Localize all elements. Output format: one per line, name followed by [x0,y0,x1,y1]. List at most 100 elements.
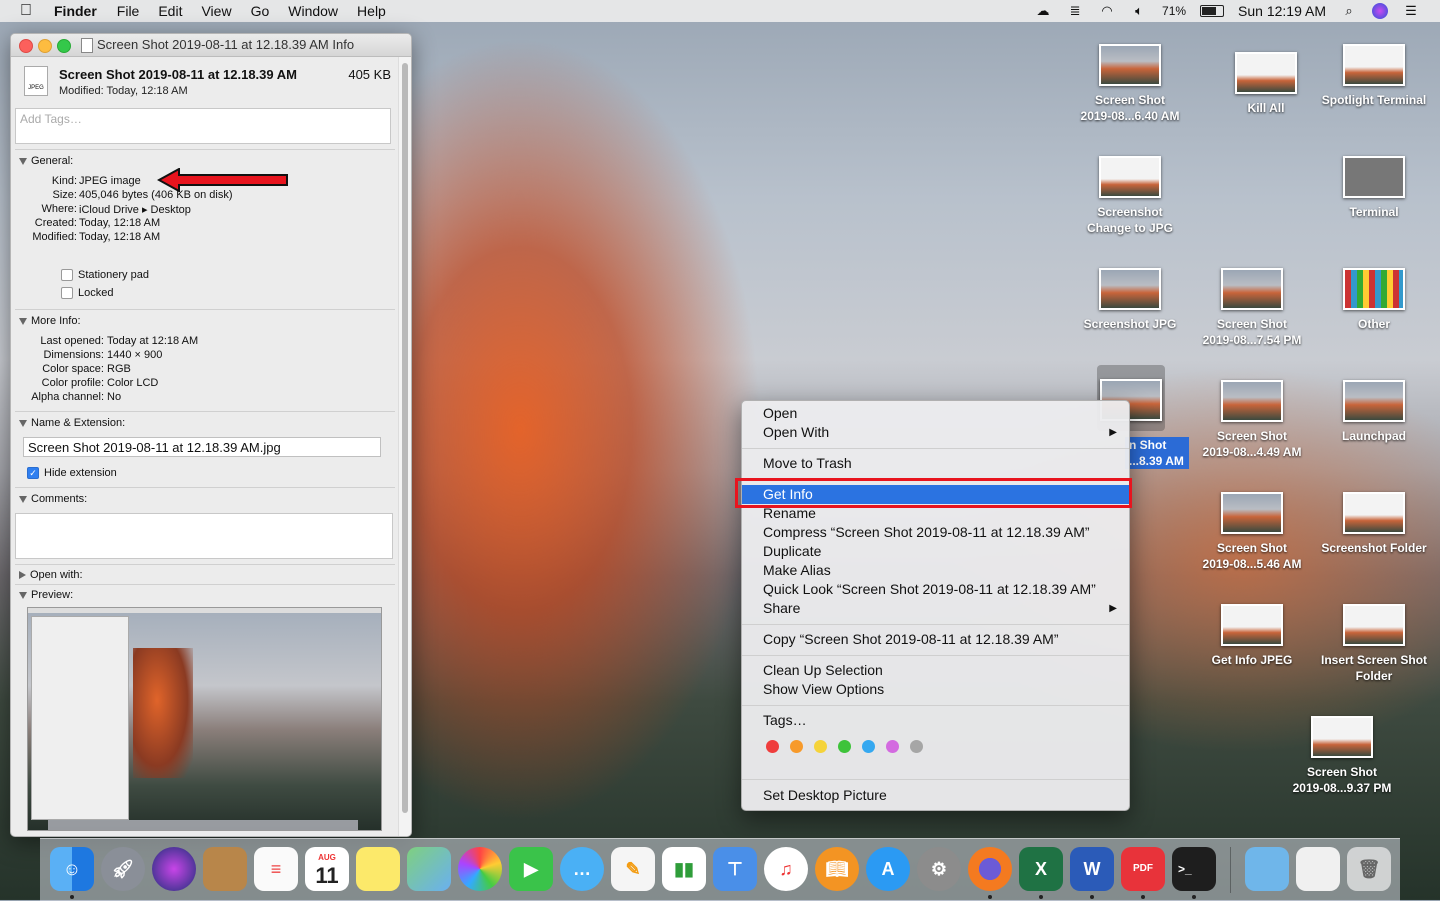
checkbox-checked[interactable]: ✓ [27,467,39,479]
menu-file[interactable]: File [117,3,140,19]
downloads-stack-dock-icon[interactable] [1296,847,1340,891]
disclosure-triangle-icon[interactable] [19,419,27,427]
itunes-dock-icon[interactable]: ♫ [764,847,808,891]
disclosure-triangle-icon[interactable] [19,157,27,165]
desktop-icon[interactable]: Launchpad [1312,380,1436,444]
numbers-dock-icon[interactable]: ▮▮ [662,847,706,891]
menu-item-clean-up-selection[interactable]: Clean Up Selection [742,661,1129,680]
launchpad-dock-icon[interactable]: 🚀︎ [101,847,145,891]
name-extension-section-header[interactable]: Name & Extension: [19,417,125,429]
disclosure-triangle-icon[interactable] [19,317,27,325]
menu-item-tags[interactable]: Tags… [742,711,1129,730]
desktop-icon[interactable]: Terminal [1312,156,1436,220]
menu-view[interactable]: View [201,3,231,19]
spotlight-search-icon[interactable]: ⌕ [1340,4,1358,18]
minimize-button[interactable] [38,39,52,53]
pdf-app-dock-icon[interactable]: PDF [1121,847,1165,891]
desktop-icon[interactable]: Screen Shot 2019-08...5.46 AM [1190,492,1314,572]
server-icon[interactable]: ≣ [1066,4,1084,18]
desktop-icon[interactable]: Other [1312,268,1436,332]
battery-percent[interactable]: 71% [1162,4,1186,18]
siri-icon[interactable] [1372,3,1388,19]
desktop-icon[interactable]: Screenshot Change to JPG [1068,156,1192,236]
disclosure-triangle-icon[interactable] [19,571,26,579]
comments-field[interactable] [15,513,393,559]
icloud-upload-icon[interactable]: ☁ [1034,4,1052,18]
menu-item-move-to-trash[interactable]: Move to Trash [742,454,1129,473]
menu-item-compress[interactable]: Compress “Screen Shot 2019-08-11 at 12.1… [742,523,1129,542]
app-store-dock-icon[interactable]: A [866,847,910,891]
tag-red-dot[interactable] [766,740,779,753]
notes-dock-icon[interactable] [356,847,400,891]
messages-dock-icon[interactable]: … [560,847,604,891]
close-button[interactable] [19,39,33,53]
preview-section-header[interactable]: Preview: [19,589,73,601]
menu-item-share[interactable]: Share ▶ [742,599,1129,618]
menu-item-quick-look[interactable]: Quick Look “Screen Shot 2019-08-11 at 12… [742,580,1129,599]
menu-window[interactable]: Window [288,3,338,19]
ibooks-dock-icon[interactable]: 📖︎ [815,847,859,891]
menu-help[interactable]: Help [357,3,386,19]
locked-checkbox[interactable]: Locked [61,287,113,299]
firefox-dock-icon[interactable] [968,847,1012,891]
battery-icon[interactable] [1200,5,1225,17]
menu-item-duplicate[interactable]: Duplicate [742,542,1129,561]
desktop-icon[interactable]: Kill All [1204,52,1328,116]
system-preferences-dock-icon[interactable]: ⚙ [917,847,961,891]
tag-blue-dot[interactable] [862,740,875,753]
more-info-section-header[interactable]: More Info: [19,315,81,327]
menu-item-set-desktop-picture[interactable]: Set Desktop Picture [742,786,1129,805]
scroll-thumb[interactable] [402,63,408,813]
desktop-icon[interactable]: Screen Shot 2019-08...4.49 AM [1190,380,1314,460]
menu-item-open[interactable]: Open [742,404,1129,423]
desktop-icon[interactable]: Get Info JPEG [1190,604,1314,668]
menu-item-make-alias[interactable]: Make Alias [742,561,1129,580]
notification-center-icon[interactable]: ☰ [1402,4,1420,18]
calendar-dock-icon[interactable]: AUG 11 [305,847,349,891]
desktop-icon[interactable]: Screen Shot 2019-08...6.40 AM [1068,44,1192,124]
desktop-icon[interactable]: Screenshot JPG [1068,268,1192,332]
desktop-icon[interactable]: Insert Screen Shot Folder [1312,604,1436,684]
contacts-dock-icon[interactable] [203,847,247,891]
finder-dock-icon[interactable]: ☺ [50,847,94,891]
folder-dock-icon[interactable] [1245,847,1289,891]
apple-menu-icon[interactable]:  [20,2,38,20]
pages-dock-icon[interactable]: ✎ [611,847,655,891]
clock[interactable]: Sun 12:19 AM [1238,3,1326,19]
desktop-icon[interactable]: Screen Shot 2019-08...7.54 PM [1190,268,1314,348]
title-bar[interactable]: Screen Shot 2019-08-11 at 12.18.39 AM In… [11,34,411,57]
file-name-field[interactable]: Screen Shot 2019-08-11 at 12.18.39 AM.jp… [23,437,381,457]
tag-purple-dot[interactable] [886,740,899,753]
siri-dock-icon[interactable] [152,847,196,891]
disclosure-triangle-icon[interactable] [19,591,27,599]
desktop-icon[interactable]: Screenshot Folder [1312,492,1436,556]
wifi-icon[interactable]: ◠ [1098,4,1116,18]
checkbox-box[interactable] [61,269,73,281]
desktop-icon[interactable]: Spotlight Terminal [1312,44,1436,108]
menu-item-show-view-options[interactable]: Show View Options [742,680,1129,699]
trash-dock-icon[interactable]: 🗑︎ [1347,847,1391,891]
word-dock-icon[interactable]: W [1070,847,1114,891]
tag-yellow-dot[interactable] [814,740,827,753]
tag-gray-dot[interactable] [910,740,923,753]
tag-green-dot[interactable] [838,740,851,753]
zoom-button[interactable] [57,39,71,53]
reminders-dock-icon[interactable]: ≡ [254,847,298,891]
tag-orange-dot[interactable] [790,740,803,753]
stationery-pad-checkbox[interactable]: Stationery pad [61,269,149,281]
maps-dock-icon[interactable] [407,847,451,891]
menu-go[interactable]: Go [251,3,270,19]
menu-finder[interactable]: Finder [54,3,97,19]
excel-dock-icon[interactable]: X [1019,847,1063,891]
desktop-icon[interactable]: Screen Shot 2019-08...9.37 PM [1280,716,1404,796]
keynote-dock-icon[interactable]: ⊤ [713,847,757,891]
volume-icon[interactable]: 🔈︎ [1130,4,1148,18]
disclosure-triangle-icon[interactable] [19,495,27,503]
menu-edit[interactable]: Edit [158,3,182,19]
scrollbar[interactable] [398,57,411,836]
checkbox-box[interactable] [61,287,73,299]
menu-item-copy[interactable]: Copy “Screen Shot 2019-08-11 at 12.18.39… [742,630,1129,649]
menu-item-open-with[interactable]: Open With ▶ [742,423,1129,442]
photos-dock-icon[interactable] [458,847,502,891]
facetime-dock-icon[interactable]: ▶ [509,847,553,891]
